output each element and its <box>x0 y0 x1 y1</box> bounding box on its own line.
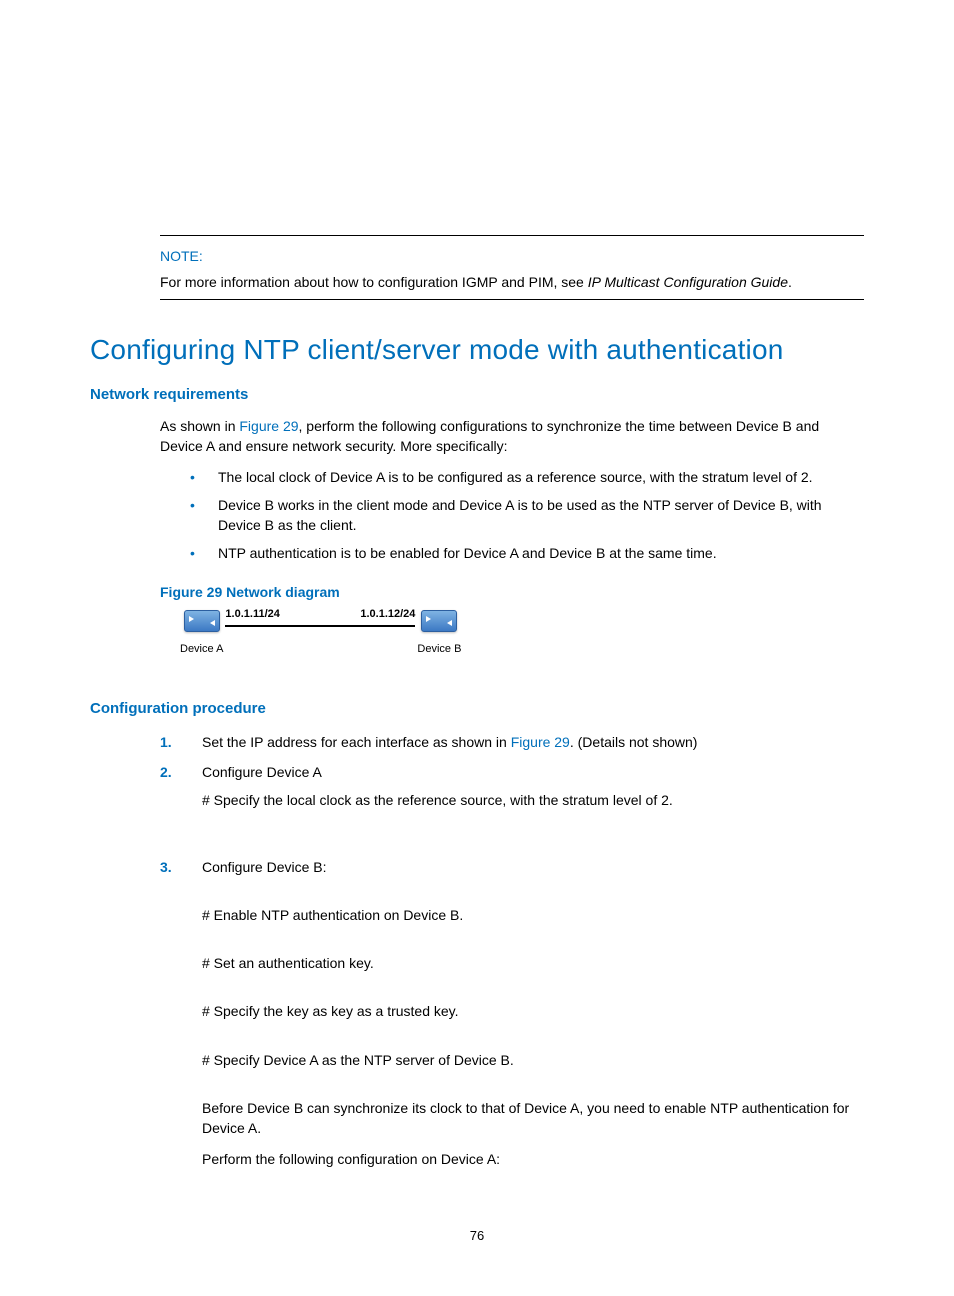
network-requirements-intro: As shown in Figure 29, perform the follo… <box>160 416 864 457</box>
document-page: NOTE: For more information about how to … <box>0 0 954 1296</box>
note-label: NOTE: <box>160 246 864 266</box>
step-number: 2. <box>160 762 172 782</box>
device-b-label: Device B <box>417 642 461 658</box>
figure-caption: Figure 29 Network diagram <box>160 582 864 602</box>
router-icon <box>421 610 457 632</box>
device-a: Device A <box>180 610 223 658</box>
note-text: For more information about how to config… <box>160 272 864 292</box>
step-text-prefix: Set the IP address for each interface as… <box>202 734 511 750</box>
step-followup: Before Device B can synchronize its cloc… <box>202 1098 864 1139</box>
requirements-list: The local clock of Device A is to be con… <box>190 467 864 564</box>
note-box: NOTE: For more information about how to … <box>160 235 864 300</box>
list-item: NTP authentication is to be enabled for … <box>190 543 864 563</box>
step-item: 2. Configure Device A # Specify the loca… <box>160 762 864 811</box>
device-b: Device B <box>417 610 461 658</box>
network-diagram: Device A 1.0.1.11/24 1.0.1.12/24 Device … <box>180 610 864 658</box>
step-followup: Perform the following configuration on D… <box>202 1149 864 1169</box>
step-text: Configure Device B: <box>202 859 327 875</box>
step-subtext: # Specify the local clock as the referen… <box>202 790 864 810</box>
list-item: Device B works in the client mode and De… <box>190 495 864 536</box>
step-number: 3. <box>160 857 172 877</box>
step-block: # Specify the key as key as a trusted ke… <box>202 1001 864 1021</box>
router-icon <box>184 610 220 632</box>
network-requirements-heading: Network requirements <box>90 384 864 406</box>
device-a-label: Device A <box>180 642 223 658</box>
step-number: 1. <box>160 732 172 752</box>
step-text: Configure Device A <box>202 764 322 780</box>
note-reference-title: IP Multicast Configuration Guide <box>588 274 788 290</box>
step-block: # Set an authentication key. <box>202 953 864 973</box>
figure-link[interactable]: Figure 29 <box>511 734 570 750</box>
list-item: The local clock of Device A is to be con… <box>190 467 864 487</box>
note-text-suffix: . <box>788 274 792 290</box>
step-item: 1. Set the IP address for each interface… <box>160 732 864 752</box>
intro-prefix: As shown in <box>160 418 239 434</box>
configuration-procedure-heading: Configuration procedure <box>90 698 864 720</box>
figure-link[interactable]: Figure 29 <box>239 418 298 434</box>
device-b-ip: 1.0.1.12/24 <box>360 607 415 623</box>
device-a-ip: 1.0.1.11/24 <box>225 607 279 623</box>
connection-line: 1.0.1.11/24 1.0.1.12/24 <box>225 625 415 627</box>
step-text-suffix: . (Details not shown) <box>570 734 698 750</box>
step-block: # Specify Device A as the NTP server of … <box>202 1050 864 1070</box>
page-number: 76 <box>0 1227 954 1246</box>
steps-list: 1. Set the IP address for each interface… <box>160 732 864 1169</box>
section-title: Configuring NTP client/server mode with … <box>90 330 864 371</box>
step-item: 3. Configure Device B: # Enable NTP auth… <box>160 857 864 1169</box>
note-text-prefix: For more information about how to config… <box>160 274 588 290</box>
step-block: # Enable NTP authentication on Device B. <box>202 905 864 925</box>
